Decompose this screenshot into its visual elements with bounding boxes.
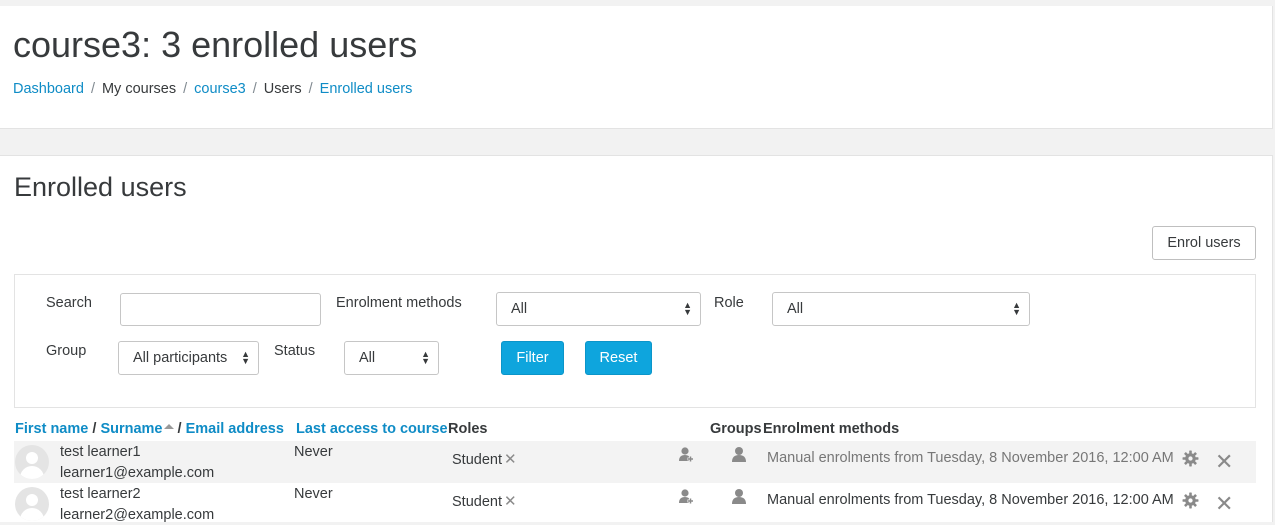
enrolment-methods-select[interactable]: All ▲ ▼ bbox=[496, 292, 701, 326]
groups-header: Groups bbox=[710, 421, 762, 437]
remove-role-icon[interactable]: ✕ bbox=[504, 493, 517, 510]
breadcrumb-enrolled-users[interactable]: Enrolled users bbox=[320, 81, 413, 97]
enrolment-method-text: Manual enrolments from Tuesday, 8 Novemb… bbox=[767, 450, 1174, 466]
select-caret-icon: ▲ ▼ bbox=[683, 300, 692, 317]
user-email: learner1@example.com bbox=[60, 465, 215, 481]
last-access-header: Last access to course bbox=[296, 421, 448, 437]
sort-surname-link[interactable]: Surname bbox=[100, 421, 162, 437]
table-row: test learner1 learner1@example.com Never… bbox=[14, 441, 1256, 483]
role-select[interactable]: All ▲ ▼ bbox=[772, 292, 1030, 326]
main-region: Enrolled users Enrol users Search Enrolm… bbox=[0, 155, 1273, 525]
sort-first-name-link[interactable]: First name bbox=[15, 421, 88, 437]
table-row: test learner2 learner2@example.com Never… bbox=[14, 483, 1256, 525]
user-name[interactable]: test learner2 bbox=[60, 486, 141, 502]
sort-email-link[interactable]: Email address bbox=[186, 421, 284, 437]
enrolment-method-text: Manual enrolments from Tuesday, 8 Novemb… bbox=[767, 492, 1174, 508]
section-title: Enrolled users bbox=[14, 172, 187, 202]
name-email-header: First name / Surname / Email address bbox=[15, 421, 284, 437]
role-cell: Student ✕ bbox=[452, 492, 517, 510]
role-label: Student bbox=[452, 494, 502, 510]
settings-gear-icon[interactable] bbox=[1182, 450, 1199, 467]
assign-role-icon[interactable] bbox=[678, 446, 695, 463]
user-email: learner2@example.com bbox=[60, 507, 215, 523]
status-label: Status bbox=[274, 343, 316, 359]
settings-gear-icon[interactable] bbox=[1182, 492, 1199, 509]
user-avatar-icon[interactable] bbox=[15, 445, 49, 479]
select-caret-icon: ▲ ▼ bbox=[241, 349, 250, 366]
roles-header: Roles bbox=[448, 421, 488, 437]
breadcrumb-dashboard[interactable]: Dashboard bbox=[13, 81, 84, 97]
search-label: Search bbox=[46, 295, 92, 311]
unenrol-icon[interactable]: ✕ bbox=[1215, 493, 1233, 515]
enrol-users-button[interactable]: Enrol users bbox=[1152, 226, 1256, 260]
group-label: Group bbox=[46, 343, 87, 359]
status-select[interactable]: All ▲ ▼ bbox=[344, 341, 439, 375]
groups-icon[interactable] bbox=[731, 488, 748, 505]
page-header: course3: 3 enrolled users Dashboard / My c… bbox=[0, 6, 1273, 129]
filter-form: Search Enrolment methods All ▲ ▼ Role All… bbox=[14, 274, 1256, 408]
reset-button[interactable]: Reset bbox=[585, 341, 652, 375]
unenrol-icon[interactable]: ✕ bbox=[1215, 451, 1233, 473]
filter-button[interactable]: Filter bbox=[501, 341, 564, 375]
breadcrumb-my-courses: My courses bbox=[101, 81, 177, 97]
user-avatar-icon[interactable] bbox=[15, 487, 49, 521]
page-title: course3: 3 enrolled users bbox=[13, 24, 418, 65]
last-access: Never bbox=[294, 444, 333, 460]
select-caret-icon: ▲ ▼ bbox=[421, 349, 430, 366]
enrolment-methods-header: Enrolment methods bbox=[763, 421, 900, 437]
group-select[interactable]: All participants ▲ ▼ bbox=[118, 341, 259, 375]
select-caret-icon: ▲ ▼ bbox=[1012, 300, 1021, 317]
breadcrumb-course[interactable]: course3 bbox=[194, 81, 246, 97]
user-name[interactable]: test learner1 bbox=[60, 444, 141, 460]
role-label: Student bbox=[452, 452, 502, 468]
sort-asc-icon bbox=[163, 424, 174, 429]
breadcrumb: Dashboard / My courses / course3/Users / Enrol… bbox=[13, 81, 413, 97]
role-label: Role bbox=[714, 295, 744, 311]
sort-last-access-link[interactable]: Last access to course bbox=[296, 421, 448, 437]
last-access: Never bbox=[294, 486, 333, 502]
breadcrumb-users: Users bbox=[263, 81, 302, 97]
remove-role-icon[interactable]: ✕ bbox=[504, 451, 517, 468]
enrolment-methods-label: Enrolment methods bbox=[336, 295, 462, 311]
search-input[interactable] bbox=[120, 293, 321, 326]
groups-icon[interactable] bbox=[731, 446, 748, 463]
assign-role-icon[interactable] bbox=[678, 488, 695, 505]
role-cell: Student ✕ bbox=[452, 450, 517, 468]
